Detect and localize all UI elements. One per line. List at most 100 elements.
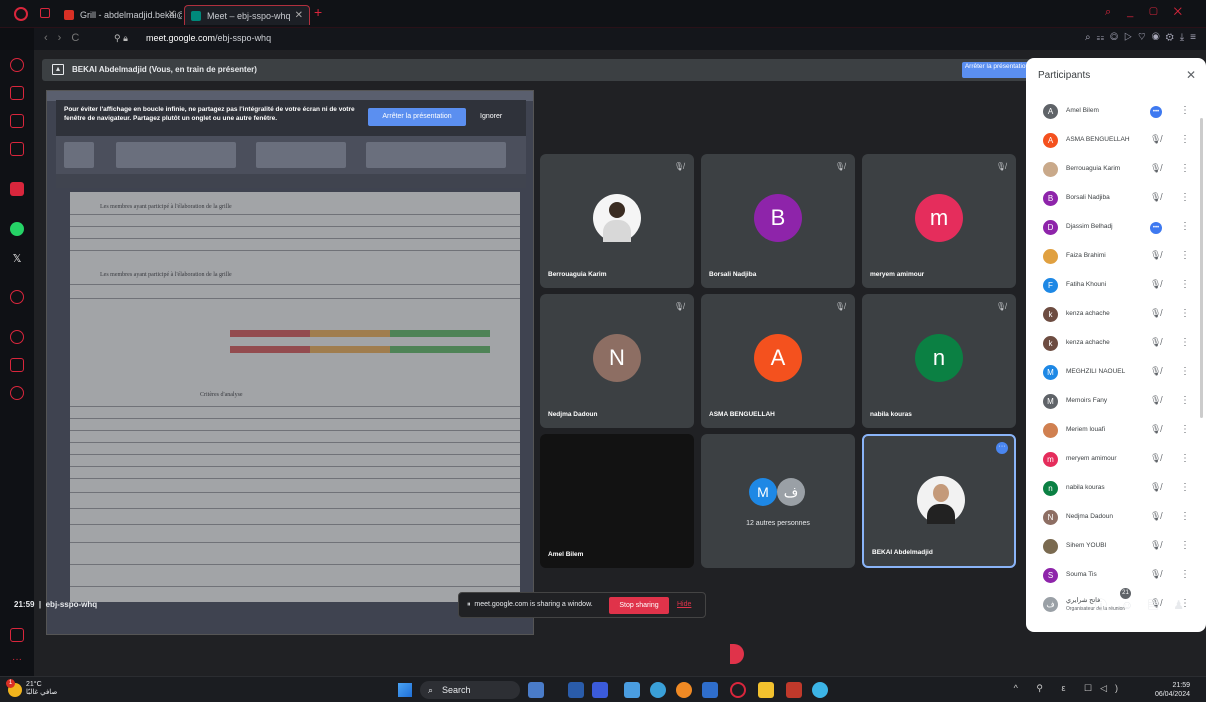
x-icon[interactable]: 𝕏 — [10, 252, 24, 266]
more-vert-icon[interactable]: ⋮ — [1180, 250, 1190, 261]
participant-row[interactable]: A Amel Bilem ••• ⋮ — [1026, 98, 1206, 126]
participant-row[interactable]: k kenza achache 🎙︎̸ ⋮ — [1026, 301, 1206, 329]
more-vert-icon[interactable]: ⋮ — [1180, 540, 1190, 551]
extensions-icon[interactable] — [10, 358, 24, 372]
gear-icon[interactable] — [10, 386, 24, 400]
mic-off-icon[interactable]: 🎙︎̸ — [1150, 511, 1161, 522]
mic-off-icon[interactable]: 🎙︎̸ — [1150, 366, 1161, 377]
tab-grill[interactable]: Grill - abdelmadjid.bekai@ ✕ — [58, 5, 182, 25]
settings-icon[interactable] — [10, 142, 24, 156]
more-vert-icon[interactable]: ⋮ — [1180, 221, 1190, 232]
self-video-tile[interactable]: ··· BEKAI Abdelmadjid — [862, 434, 1016, 568]
participant-row[interactable]: Meriem louafi 🎙︎̸ ⋮ — [1026, 417, 1206, 445]
app-icon[interactable] — [812, 682, 828, 698]
nav-arrows[interactable]: ‹›C — [44, 32, 89, 44]
mic-off-icon[interactable]: 🎙︎̸ — [1150, 279, 1161, 290]
video-tile[interactable]: 🎙︎̸ N Nedjma Dadoun — [540, 294, 694, 428]
more-vert-icon[interactable]: ⋮ — [1180, 395, 1190, 406]
participant-row[interactable]: A ASMA BENGUELLAH 🎙︎̸ ⋮ — [1026, 127, 1206, 155]
app-icon[interactable] — [528, 682, 544, 698]
more-vert-icon[interactable]: ⋮ — [1180, 511, 1190, 522]
participant-row[interactable]: m meryem amimour 🎙︎̸ ⋮ — [1026, 446, 1206, 474]
taskbar-clock[interactable]: 21:59 06/04/2024 — [1155, 681, 1190, 699]
video-tile[interactable]: 🎙︎̸ A ASMA BENGUELLAH — [701, 294, 855, 428]
participant-row[interactable]: B Borsali Nadjiba 🎙︎̸ ⋮ — [1026, 185, 1206, 213]
participant-row[interactable]: F Fatiha Khouni 🎙︎̸ ⋮ — [1026, 272, 1206, 300]
tab-meet[interactable]: Meet – ebj-sspo-whq ✕ — [184, 5, 310, 25]
close-icon[interactable]: ✕ — [1186, 68, 1196, 82]
mic-off-icon[interactable]: 🎙︎̸ — [1150, 337, 1161, 348]
window-controls[interactable]: ⌕_▢✕ — [1105, 6, 1198, 19]
weather-widget[interactable]: 21°C صافي غالبًا — [26, 681, 57, 697]
more-vert-icon[interactable]: ⋮ — [1180, 279, 1190, 290]
others-tile[interactable]: M ف 12 autres personnes — [701, 434, 855, 568]
app-icon[interactable] — [786, 682, 802, 698]
more-options-icon[interactable]: ··· — [996, 442, 1008, 454]
app-icon[interactable] — [568, 682, 584, 698]
mic-on-icon[interactable]: ••• — [1150, 106, 1162, 118]
participant-row[interactable]: Sihem YOUBI 🎙︎̸ ⋮ — [1026, 533, 1206, 561]
mic-on-icon[interactable]: ••• — [1150, 222, 1162, 234]
more-icon[interactable]: ··· — [10, 654, 24, 668]
mic-off-icon[interactable]: 🎙︎̸ — [1150, 134, 1161, 145]
windows-start-icon[interactable] — [398, 683, 412, 697]
file-explorer-icon[interactable] — [758, 682, 774, 698]
toolbar-icons[interactable]: ⌕☷◎▷♡◉⚙⤓≡ — [1085, 32, 1202, 43]
video-tile[interactable]: 🎙︎̸ Berrouaguia Karim — [540, 154, 694, 288]
stop-sharing-button[interactable]: Stop sharing — [609, 597, 669, 614]
more-vert-icon[interactable]: ⋮ — [1180, 569, 1190, 580]
edge-icon[interactable] — [650, 682, 666, 698]
app-icon[interactable] — [592, 682, 608, 698]
history-icon[interactable] — [10, 330, 24, 344]
player-icon[interactable] — [10, 290, 24, 304]
video-tile[interactable]: 🎙︎̸ n nabila kouras — [862, 294, 1016, 428]
messenger-icon[interactable] — [10, 114, 24, 128]
more-vert-icon[interactable]: ⋮ — [1180, 308, 1190, 319]
aria-icon[interactable] — [10, 58, 24, 72]
mic-off-icon[interactable]: 🎙︎̸ — [1150, 308, 1161, 319]
aria-ai-icon[interactable] — [10, 182, 24, 196]
more-vert-icon[interactable]: ⋮ — [1180, 366, 1190, 377]
whatsapp-icon[interactable] — [10, 222, 24, 236]
mic-off-icon[interactable]: 🎙︎̸ — [1150, 395, 1161, 406]
participant-row[interactable]: k kenza achache 🎙︎̸ ⋮ — [1026, 330, 1206, 358]
meet-side-controls[interactable]: ⓘ☺▤♟ — [1095, 596, 1198, 613]
opera-icon[interactable] — [730, 682, 746, 698]
stop-presenting-button[interactable]: Arrêter la présentation — [962, 62, 1032, 78]
hide-link[interactable]: Hide — [677, 601, 691, 608]
warning-ignore-button[interactable]: Ignorer — [480, 108, 502, 126]
sidebar-bottom-icon[interactable] — [10, 628, 24, 642]
mic-off-icon[interactable]: 🎙︎̸ — [1150, 569, 1161, 580]
mic-off-icon[interactable]: 🎙︎̸ — [1150, 453, 1161, 464]
mic-off-icon[interactable]: 🎙︎̸ — [1150, 482, 1161, 493]
video-tile[interactable]: Amel Bilem — [540, 434, 694, 568]
more-vert-icon[interactable]: ⋮ — [1180, 105, 1190, 116]
mic-off-icon[interactable]: 🎙︎̸ — [1150, 540, 1161, 551]
video-tile[interactable]: 🎙︎̸ m meryem amimour — [862, 154, 1016, 288]
participant-row[interactable]: Berrouaguia Karim 🎙︎̸ ⋮ — [1026, 156, 1206, 184]
mic-off-icon[interactable]: 🎙︎̸ — [1150, 192, 1161, 203]
participant-row[interactable]: Faiza Brahimi 🎙︎̸ ⋮ — [1026, 243, 1206, 271]
mic-off-icon[interactable]: 🎙︎̸ — [1150, 424, 1161, 435]
participant-row[interactable]: N Nedjma Dadoun 🎙︎̸ ⋮ — [1026, 504, 1206, 532]
mic-off-icon[interactable]: 🎙︎̸ — [1150, 163, 1161, 174]
tab-menu-icon[interactable] — [40, 8, 50, 18]
close-tab-icon[interactable]: ✕ — [168, 5, 176, 25]
warning-stop-presenting-button[interactable]: Arrêter la présentation — [368, 108, 466, 126]
app-icon[interactable] — [624, 682, 640, 698]
opera-logo-icon[interactable] — [14, 7, 28, 21]
taskbar-search[interactable]: ⌕ Search — [420, 681, 520, 699]
more-vert-icon[interactable]: ⋮ — [1180, 134, 1190, 145]
url-field[interactable]: meet.google.com/ebj-sspo-whq — [146, 33, 271, 43]
video-tile[interactable]: 🎙︎̸ B Borsali Nadjiba — [701, 154, 855, 288]
more-vert-icon[interactable]: ⋮ — [1180, 424, 1190, 435]
shop-icon[interactable] — [10, 86, 24, 100]
new-tab-icon[interactable]: + — [314, 4, 322, 20]
more-vert-icon[interactable]: ⋮ — [1180, 453, 1190, 464]
more-vert-icon[interactable]: ⋮ — [1180, 337, 1190, 348]
app-icon[interactable] — [702, 682, 718, 698]
participant-row[interactable]: S Souma Tis 🎙︎̸ ⋮ — [1026, 562, 1206, 590]
more-vert-icon[interactable]: ⋮ — [1180, 163, 1190, 174]
app-icon[interactable] — [676, 682, 692, 698]
close-tab-icon[interactable]: ✕ — [295, 6, 303, 25]
